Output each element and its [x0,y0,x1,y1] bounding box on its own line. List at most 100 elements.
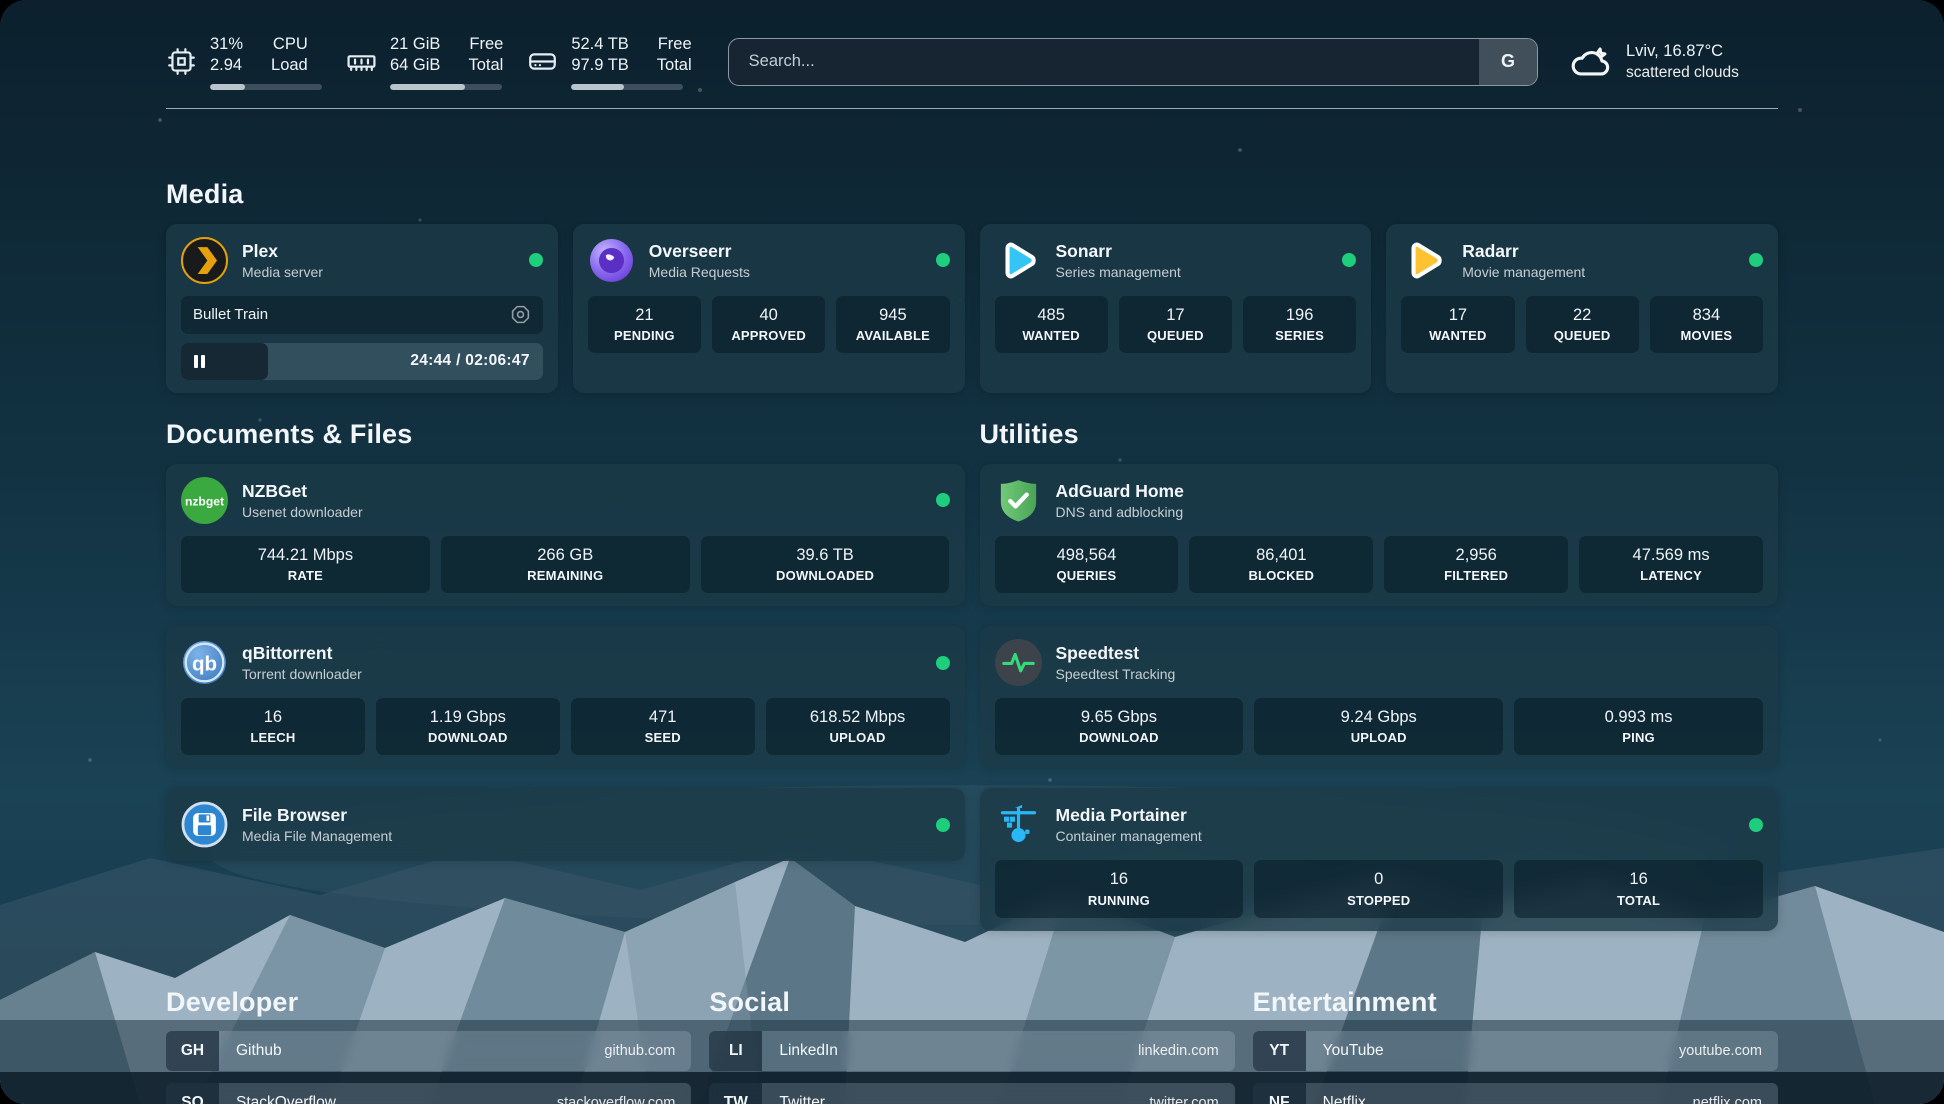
status-online-dot [936,253,950,267]
service-card-nzbget[interactable]: nzbget NZBGet Usenet downloader 744.21 M… [166,464,965,606]
bookmark-name: LinkedIn [779,1042,838,1060]
section-title-entertainment: Entertainment [1253,987,1778,1018]
service-name: Speedtest [1056,642,1176,665]
cpu-widget: 31% 2.94 CPU Load [166,34,322,90]
bookmark-group-entertainment: Entertainment YT YouTube youtube.com NF … [1253,987,1778,1104]
service-name: qBittorrent [242,642,362,665]
dashboard-screen: 31% 2.94 CPU Load [0,0,1944,1104]
search-provider-button[interactable]: G [1479,39,1537,85]
plex-logo-icon [181,237,228,284]
bookmark-github[interactable]: GH Github github.com [166,1031,691,1071]
bookmark-name: StackOverflow [236,1094,336,1104]
weather-condition: scattered clouds [1626,63,1739,83]
bookmark-domain: github.com [604,1043,691,1059]
service-card-speedtest[interactable]: Speedtest Speedtest Tracking 9.65 Gbps D… [980,626,1779,768]
stat-box: 17 QUEUED [1119,296,1232,353]
adguard-logo-icon [995,477,1042,524]
portainer-logo-icon [995,801,1042,848]
service-subtitle: DNS and adblocking [1056,503,1184,521]
section-title-social: Social [709,987,1234,1018]
cpu-progress-track [210,84,322,90]
bookmark-linkedin[interactable]: LI LinkedIn linkedin.com [709,1031,1234,1071]
bookmark-abbr: LI [709,1031,762,1071]
service-name: Sonarr [1056,240,1181,263]
stat-box: 834 MOVIES [1650,296,1763,353]
section-title-documents: Documents & Files [166,419,965,450]
bookmark-abbr: YT [1253,1031,1306,1071]
status-online-dot [1749,818,1763,832]
service-name: Radarr [1462,240,1585,263]
pause-icon [194,355,205,368]
stat-box: 86,401 BLOCKED [1189,536,1373,593]
cpu-icon [166,46,197,77]
stat-box: 9.65 Gbps DOWNLOAD [995,698,1244,755]
search-input[interactable] [729,39,1479,85]
stat-box: 0 STOPPED [1254,860,1503,917]
svg-text:nzbget: nzbget [185,494,224,508]
service-subtitle: Movie management [1462,263,1585,281]
status-online-dot [1342,253,1356,267]
service-name: File Browser [242,804,392,827]
dashboard-content: 31% 2.94 CPU Load [166,0,1778,1104]
stat-box: 485 WANTED [995,296,1108,353]
service-card-filebrowser[interactable]: File Browser Media File Management [166,788,965,861]
service-card-qbittorrent[interactable]: qb qBittorrent Torrent downloader 16 LEE… [166,626,965,768]
disk-total-value: 97.9 TB [571,55,628,76]
disk-progress-fill [571,84,624,90]
service-subtitle: Torrent downloader [242,665,362,683]
stat-box: 2,956 FILTERED [1384,536,1568,593]
bookmark-name: Twitter [779,1094,825,1104]
svg-text:qb: qb [192,652,217,675]
now-playing-title: Bullet Train [193,306,268,323]
weather-widget: Lviv, 16.87°C scattered clouds [1568,40,1778,84]
service-card-plex[interactable]: Plex Media server Bullet Train [166,224,558,393]
stat-box: 22 QUEUED [1526,296,1639,353]
disk-widget: 52.4 TB 97.9 TB Free Total [527,34,691,90]
cpu-progress-fill [210,84,245,90]
filebrowser-logo-icon [181,801,228,848]
bookmark-abbr: NF [1253,1083,1306,1104]
stat-box: 945 AVAILABLE [836,296,949,353]
bookmark-twitter[interactable]: TW Twitter twitter.com [709,1083,1234,1104]
stat-box: 9.24 Gbps UPLOAD [1254,698,1503,755]
stat-box: 40 APPROVED [712,296,825,353]
bookmark-name: Github [236,1042,282,1060]
section-media: Media Plex Media server [166,179,1778,393]
service-subtitle: Media Requests [649,263,750,281]
bookmark-stackoverflow[interactable]: SO StackOverflow stackoverflow.com [166,1083,691,1104]
bookmark-netflix[interactable]: NF Netflix netflix.com [1253,1083,1778,1104]
stat-box: 16 RUNNING [995,860,1244,917]
stat-box: 498,564 QUERIES [995,536,1179,593]
stat-box: 21 PENDING [588,296,701,353]
topbar-divider [166,108,1778,109]
now-playing-row: Bullet Train [181,296,543,334]
stat-box: 618.52 Mbps UPLOAD [766,698,950,755]
weather-location: Lviv, 16.87°C [1626,41,1739,62]
disk-icon [527,46,558,77]
search-bar: G [728,38,1538,86]
status-online-dot [1749,253,1763,267]
service-card-portainer[interactable]: Media Portainer Container management 16 … [980,788,1779,930]
service-subtitle: Speedtest Tracking [1056,665,1176,683]
service-card-adguard[interactable]: AdGuard Home DNS and adblocking 498,564 … [980,464,1779,606]
bookmark-name: Netflix [1323,1094,1366,1104]
cpu-usage-label: CPU [271,34,308,55]
playback-time: 24:44 / 02:06:47 [410,352,542,370]
disk-free-label: Free [657,34,692,55]
service-card-sonarr[interactable]: Sonarr Series management 485 WANTED 17 Q… [980,224,1372,393]
nzbget-logo-icon: nzbget [181,477,228,524]
service-card-radarr[interactable]: Radarr Movie management 17 WANTED 22 QUE… [1386,224,1778,393]
memory-progress-fill [390,84,465,90]
service-subtitle: Media File Management [242,827,392,845]
bookmark-abbr: TW [709,1083,762,1104]
playback-progress-bar: 24:44 / 02:06:47 [181,343,543,380]
speedtest-logo-icon [995,639,1042,686]
stat-box: 196 SERIES [1243,296,1356,353]
stat-box: 47.569 ms LATENCY [1579,536,1763,593]
bookmark-youtube[interactable]: YT YouTube youtube.com [1253,1031,1778,1071]
stat-box: 16 TOTAL [1514,860,1763,917]
service-card-overseerr[interactable]: Overseerr Media Requests 21 PENDING 40 A… [573,224,965,393]
bookmark-group-social: Social LI LinkedIn linkedin.com TW Twitt… [709,987,1234,1104]
status-online-dot [529,253,543,267]
bookmark-abbr: SO [166,1083,219,1104]
